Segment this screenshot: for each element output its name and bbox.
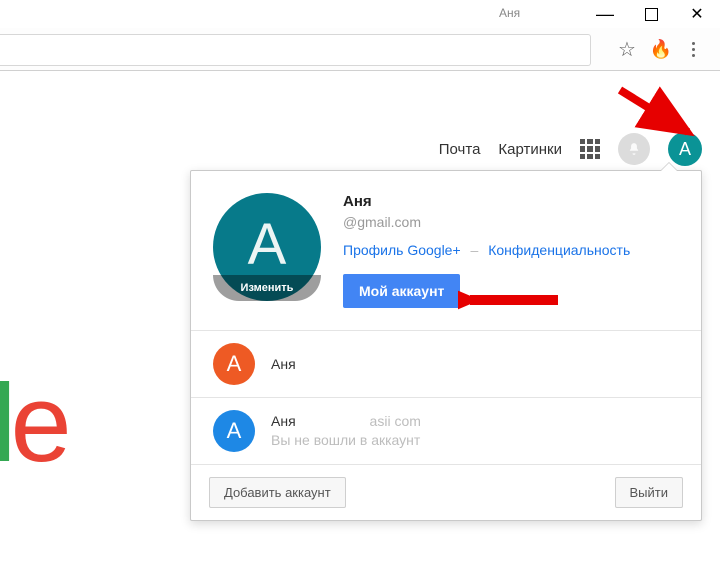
window-maximize-button[interactable] <box>628 0 674 28</box>
google-header-row: Почта Картинки А <box>439 132 702 166</box>
popup-main-info: Аня @gmail.com Профиль Google+ – Конфиде… <box>343 193 679 308</box>
window-title: Аня <box>495 0 524 26</box>
gmail-link[interactable]: Почта <box>439 141 481 158</box>
add-account-button[interactable]: Добавить аккаунт <box>209 477 346 508</box>
account-name: Аня <box>343 193 679 210</box>
chrome-window: Аня — ✕ ☆ 🔥 Почта Картинки А le А <box>0 0 720 566</box>
omnibox[interactable] <box>0 34 591 66</box>
account-avatar-button[interactable]: А <box>668 132 702 166</box>
window-close-button[interactable]: ✕ <box>674 0 720 28</box>
window-minimize-button[interactable]: — <box>582 0 628 28</box>
google-logo-fragment: le <box>0 360 66 487</box>
other-account-avatar: А <box>213 343 255 385</box>
browser-menu-icon[interactable] <box>680 36 706 62</box>
account-popup: А Изменить Аня @gmail.com Профиль Google… <box>190 170 702 521</box>
avatar-letter: А <box>227 418 242 444</box>
extension-icon[interactable]: 🔥 <box>648 36 674 62</box>
popup-main-account: А Изменить Аня @gmail.com Профиль Google… <box>191 171 701 330</box>
account-email: @gmail.com <box>343 214 679 230</box>
other-account-email: asii com <box>370 413 421 429</box>
other-account-info: Аня asii com Вы не вошли в аккаунт <box>271 412 421 450</box>
sign-out-button[interactable]: Выйти <box>615 477 684 508</box>
other-account-name: Аня <box>271 413 296 429</box>
main-account-avatar[interactable]: А Изменить <box>213 193 321 301</box>
my-account-button[interactable]: Мой аккаунт <box>343 274 460 308</box>
star-icon[interactable]: ☆ <box>614 36 640 62</box>
notifications-icon[interactable] <box>618 133 650 165</box>
avatar-letter: А <box>227 351 242 377</box>
apps-grid-icon[interactable] <box>580 139 600 159</box>
avatar-edit-label[interactable]: Изменить <box>213 275 321 301</box>
popup-footer: Добавить аккаунт Выйти <box>191 464 701 520</box>
link-separator: – <box>471 242 479 258</box>
other-account-info: Аня <box>271 355 296 374</box>
other-account-avatar: А <box>213 410 255 452</box>
other-account-name: Аня <box>271 355 296 374</box>
google-plus-link[interactable]: Профиль Google+ <box>343 242 461 258</box>
other-account-row[interactable]: А Аня asii com Вы не вошли в аккаунт <box>191 397 701 464</box>
other-account-note: Вы не вошли в аккаунт <box>271 431 421 450</box>
avatar-letter: А <box>248 211 287 278</box>
popup-caret <box>661 163 677 171</box>
other-account-row[interactable]: А Аня <box>191 330 701 397</box>
privacy-link[interactable]: Конфиденциальность <box>488 242 630 258</box>
images-link[interactable]: Картинки <box>498 141 562 158</box>
browser-toolbar: ☆ 🔥 <box>0 28 720 71</box>
window-titlebar: Аня — ✕ <box>0 0 720 28</box>
avatar-letter: А <box>679 139 691 160</box>
